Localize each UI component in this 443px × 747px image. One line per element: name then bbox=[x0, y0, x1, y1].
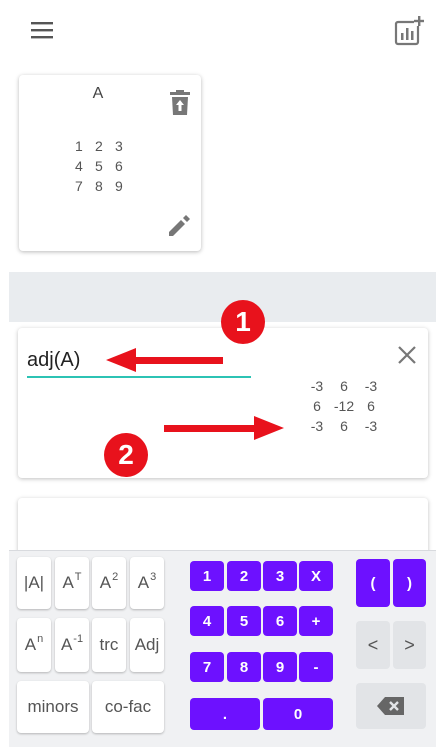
square-key-sup: 2 bbox=[112, 571, 119, 583]
transpose-key-label: A bbox=[62, 573, 74, 592]
result-matrix: -3 6 -3 6 -12 6 -3 6 -3 bbox=[304, 376, 384, 436]
cofactor-key-label: co-fac bbox=[104, 697, 152, 716]
trace-key[interactable]: trc bbox=[92, 618, 126, 672]
key-5[interactable]: 5 bbox=[227, 606, 261, 636]
cursor-left-key[interactable]: < bbox=[356, 621, 390, 669]
matrix-cell: 1 bbox=[75, 138, 83, 154]
matrix-cell: 5 bbox=[95, 158, 103, 174]
delete-icon[interactable] bbox=[169, 90, 191, 116]
annotation-badge-2: 2 bbox=[104, 433, 148, 477]
close-paren-key[interactable]: ) bbox=[393, 559, 426, 607]
pencil-icon[interactable] bbox=[166, 213, 192, 239]
backspace-icon bbox=[377, 697, 404, 715]
key-0[interactable]: 0 bbox=[263, 698, 333, 730]
key-2[interactable]: 2 bbox=[227, 561, 261, 591]
result-cell: -3 bbox=[310, 378, 324, 394]
power-key-sup: n bbox=[37, 633, 44, 645]
cofactor-key[interactable]: co-fac bbox=[92, 681, 164, 733]
cube-key-sup: 3 bbox=[150, 571, 157, 583]
matrix-cell: 8 bbox=[95, 178, 103, 194]
det-key-label: |A| bbox=[23, 573, 45, 592]
result-row: 6 -12 6 bbox=[304, 396, 384, 416]
inverse-key[interactable]: A -1 bbox=[55, 618, 89, 672]
adjoint-key-label: Adj bbox=[134, 635, 160, 654]
result-cell: 6 bbox=[313, 398, 321, 414]
result-cell: 6 bbox=[340, 418, 348, 434]
square-key[interactable]: A2 bbox=[92, 557, 126, 609]
matrix-row: 789 bbox=[75, 176, 135, 196]
minus-key[interactable]: - bbox=[299, 652, 333, 682]
result-cell: -12 bbox=[333, 398, 355, 414]
inverse-key-sup: -1 bbox=[73, 633, 84, 645]
trace-key-label: trc bbox=[99, 635, 119, 654]
multiply-key[interactable]: X bbox=[299, 561, 333, 591]
expression-input[interactable] bbox=[27, 348, 251, 378]
backspace-key[interactable] bbox=[356, 683, 426, 729]
power-key-label: A bbox=[24, 635, 37, 654]
key-3[interactable]: 3 bbox=[263, 561, 297, 591]
annotation-badge-1: 1 bbox=[221, 300, 265, 344]
open-paren-key[interactable]: ( bbox=[356, 559, 390, 607]
result-cell: 6 bbox=[340, 378, 348, 394]
decimal-key[interactable]: . bbox=[190, 698, 260, 730]
matrix-name: A bbox=[92, 85, 104, 102]
cube-key[interactable]: A3 bbox=[130, 557, 164, 609]
matrix-row: 123 bbox=[75, 136, 135, 156]
cube-key-label: A bbox=[137, 573, 150, 592]
square-key-label: A bbox=[99, 573, 112, 592]
key-8[interactable]: 8 bbox=[227, 652, 261, 682]
transpose-key-sup: T bbox=[74, 571, 82, 583]
close-icon[interactable] bbox=[396, 344, 418, 366]
transpose-key[interactable]: AT bbox=[55, 557, 89, 609]
result-cell: -3 bbox=[364, 378, 378, 394]
key-7[interactable]: 7 bbox=[190, 652, 224, 682]
matrix-row: 456 bbox=[75, 156, 135, 176]
result-cell: 6 bbox=[367, 398, 375, 414]
inverse-key-label: A bbox=[60, 635, 73, 654]
minors-key[interactable]: minors bbox=[17, 681, 89, 733]
matrix-cell: 6 bbox=[115, 158, 123, 174]
minors-key-label: minors bbox=[27, 697, 79, 716]
matrix-values: 123 456 789 bbox=[75, 136, 135, 196]
matrix-cell: 7 bbox=[75, 178, 83, 194]
matrix-cell: 3 bbox=[115, 138, 123, 154]
key-9[interactable]: 9 bbox=[263, 652, 297, 682]
matrix-cell: 9 bbox=[115, 178, 123, 194]
key-4[interactable]: 4 bbox=[190, 606, 224, 636]
key-6[interactable]: 6 bbox=[263, 606, 297, 636]
matrix-cell: 4 bbox=[75, 158, 83, 174]
power-key[interactable]: An bbox=[17, 618, 51, 672]
det-key[interactable]: |A| bbox=[17, 557, 51, 609]
result-row: -3 6 -3 bbox=[304, 376, 384, 396]
empty-card bbox=[18, 498, 428, 558]
key-1[interactable]: 1 bbox=[190, 561, 224, 591]
cursor-right-key[interactable]: > bbox=[393, 621, 426, 669]
result-cell: -3 bbox=[364, 418, 378, 434]
add-chart-icon[interactable] bbox=[392, 14, 426, 48]
plus-key[interactable]: + bbox=[299, 606, 333, 636]
matrix-cell: 2 bbox=[95, 138, 103, 154]
result-cell: -3 bbox=[310, 418, 324, 434]
result-row: -3 6 -3 bbox=[304, 416, 384, 436]
top-bar bbox=[0, 0, 443, 64]
hamburger-menu-icon[interactable] bbox=[24, 16, 58, 46]
adjoint-key[interactable]: Adj bbox=[130, 618, 164, 672]
